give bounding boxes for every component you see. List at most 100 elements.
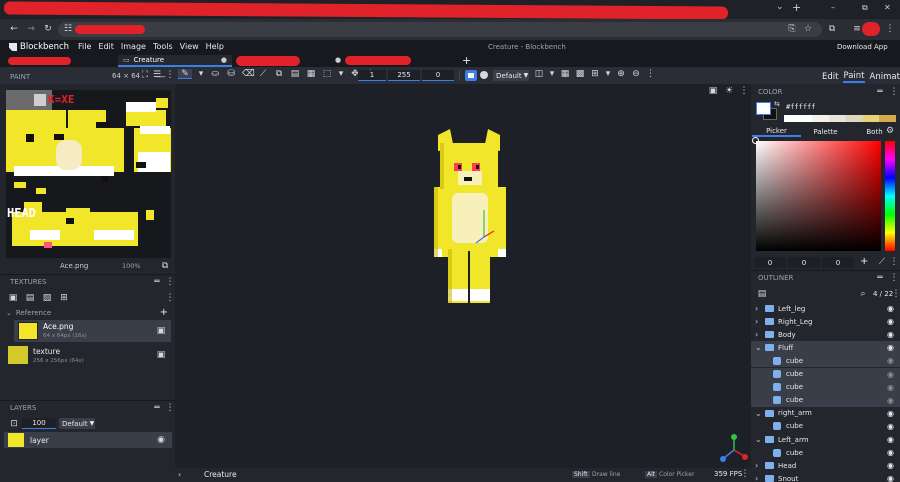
outliner-options-icon[interactable]: ▤	[757, 289, 767, 299]
site-settings-icon[interactable]: ☷	[63, 24, 73, 34]
eye-icon[interactable]: ◉	[887, 330, 894, 339]
chevron-down-icon[interactable]: ⌄	[755, 435, 763, 444]
paint-bucket-icon[interactable]: ⛁	[226, 69, 236, 79]
menu-dots-icon[interactable]: ⋮	[165, 277, 175, 287]
new-tab-button[interactable]: +	[792, 1, 801, 14]
eye-icon[interactable]: ◉	[156, 435, 166, 445]
round-brush-icon[interactable]	[480, 71, 488, 79]
outliner-cube-row[interactable]: cube ◉	[751, 420, 900, 433]
eye-icon[interactable]: ◉	[887, 383, 894, 392]
settings-icon[interactable]: ⚙	[885, 126, 895, 136]
outliner-group-row[interactable]: ⌄ Left_arm ◉	[751, 433, 900, 446]
eye-icon[interactable]: ◉	[887, 396, 894, 405]
eye-icon[interactable]: ◉	[887, 448, 894, 457]
hex-value[interactable]: #ffffff	[786, 103, 816, 111]
texture-group-reference[interactable]: ⌄ Reference +	[6, 307, 172, 318]
layer-blend-select[interactable]: Default ▼	[59, 418, 95, 429]
panel-menu-icon[interactable]: ═	[875, 273, 885, 283]
brush-icon[interactable]: ✎	[178, 69, 192, 79]
swap-colors-icon[interactable]: ⇆	[774, 100, 780, 108]
outliner-cube-row[interactable]: cube ◉	[751, 393, 900, 407]
outliner-cube-row[interactable]: cube ◉	[751, 367, 900, 381]
eye-icon[interactable]: ◉	[887, 435, 894, 444]
tab-creature[interactable]: ▭ Creature ●	[118, 55, 232, 67]
menu-dots-icon[interactable]: ⋮	[889, 257, 899, 267]
tab-unsaved-dot[interactable]: ●	[221, 56, 227, 64]
character-model[interactable]	[428, 125, 512, 310]
create-texture-icon[interactable]: ▤	[25, 293, 35, 303]
add-layer-icon[interactable]: ⊡	[9, 419, 19, 429]
menu-tools[interactable]: Tools	[153, 42, 173, 51]
brush-options-chevron-icon[interactable]: ▾	[198, 69, 204, 79]
lighting-icon[interactable]: ☀	[724, 86, 734, 96]
color-tab-palette[interactable]: Palette	[801, 128, 850, 136]
eye-icon[interactable]: ◉	[887, 356, 894, 365]
selection-chevron-icon[interactable]: ▾	[338, 69, 344, 79]
chevron-right-icon[interactable]: ›	[755, 461, 763, 470]
back-icon[interactable]: ←	[9, 24, 19, 34]
eye-icon[interactable]: ◉	[887, 422, 894, 431]
new-project-tab-button[interactable]: +	[462, 54, 471, 67]
url-field[interactable]	[58, 22, 822, 37]
copy-brush-icon[interactable]: ⧉	[274, 69, 284, 79]
outliner-group-row[interactable]: ⌄ Fluff ◉	[751, 341, 900, 355]
color-value-g[interactable]	[788, 257, 820, 268]
menu-edit[interactable]: Edit	[98, 42, 114, 51]
outliner-group-row[interactable]: › Head ◉	[751, 459, 900, 472]
mode-paint[interactable]: Paint	[843, 71, 865, 83]
fill-bucket-icon[interactable]: ⛀	[210, 69, 220, 79]
checkerboard-icon[interactable]: ▦	[560, 69, 570, 79]
mode-edit[interactable]: Edit	[822, 72, 838, 82]
outliner-cube-row[interactable]: cube ◉	[751, 354, 900, 368]
chevron-right-icon[interactable]: ›	[755, 317, 763, 326]
color-value-r[interactable]	[754, 257, 786, 268]
mirror-chevron-icon[interactable]: ▾	[549, 69, 555, 79]
menu-help[interactable]: Help	[206, 42, 224, 51]
eraser-icon[interactable]: ⌫	[242, 69, 255, 79]
recent-colors-strip[interactable]	[784, 115, 896, 122]
status-menu-icon[interactable]: ⋮	[740, 469, 750, 479]
save-icon[interactable]: ▣	[156, 350, 166, 360]
menu-dots-icon[interactable]: ⋮	[165, 293, 175, 303]
axis-gizmo[interactable]	[720, 432, 748, 466]
eye-icon[interactable]: ◉	[887, 343, 894, 352]
forward-icon[interactable]: →	[26, 24, 36, 34]
color-value-b[interactable]	[822, 257, 854, 268]
menu-dots-icon[interactable]: ⋮	[891, 289, 900, 299]
status-back-icon[interactable]: ‹	[178, 470, 181, 479]
import-texture-icon[interactable]: ▣	[8, 293, 18, 303]
outliner-group-row[interactable]: › Snout ◉	[751, 472, 900, 482]
texture-name-2[interactable]: texture	[33, 347, 60, 356]
menu-file[interactable]: File	[78, 42, 91, 51]
eye-icon[interactable]: ◉	[887, 370, 894, 379]
search-icon[interactable]: ⌕	[858, 289, 868, 299]
mirror-icon[interactable]: ◫	[534, 69, 544, 79]
download-app-link[interactable]: Download App	[837, 43, 888, 51]
color-tab-picker[interactable]: Picker	[752, 127, 801, 137]
saturation-value-area[interactable]	[756, 141, 881, 251]
chevron-right-icon[interactable]: ›	[755, 474, 763, 482]
browser-menu-icon[interactable]: ⋮	[885, 24, 895, 34]
texture-group-icon[interactable]: ⊞	[59, 293, 69, 303]
outliner-cube-row[interactable]: cube ◉	[751, 446, 900, 459]
primary-color-swatch[interactable]	[756, 102, 771, 115]
gradient-icon[interactable]: ▦	[306, 69, 316, 79]
saturation-cursor[interactable]	[752, 137, 759, 144]
eyedropper-icon[interactable]: ⟋	[877, 257, 887, 267]
opacity-input[interactable]	[388, 70, 420, 81]
zoom-in-icon[interactable]: ⊕	[616, 69, 626, 79]
panel-menu-icon[interactable]: ═	[152, 403, 162, 413]
outliner-group-row[interactable]: › Left_leg ◉	[751, 302, 900, 315]
eye-icon[interactable]: ◉	[887, 409, 894, 418]
copy-icon[interactable]: ⧉	[160, 261, 170, 271]
pixel-perfect-icon[interactable]: ▩	[575, 69, 585, 79]
outliner-group-row[interactable]: ⌄ right_arm ◉	[751, 407, 900, 420]
hue-slider[interactable]	[885, 141, 895, 251]
install-app-icon[interactable]: ⎘	[787, 24, 797, 34]
save-icon[interactable]: ▣	[156, 326, 166, 336]
eye-icon[interactable]: ◉	[887, 461, 894, 470]
softness-input[interactable]	[422, 70, 454, 81]
eye-icon[interactable]: ◉	[887, 304, 894, 313]
chevron-right-icon[interactable]: ›	[755, 304, 763, 313]
panel-menu-icon[interactable]: ═	[152, 277, 162, 287]
